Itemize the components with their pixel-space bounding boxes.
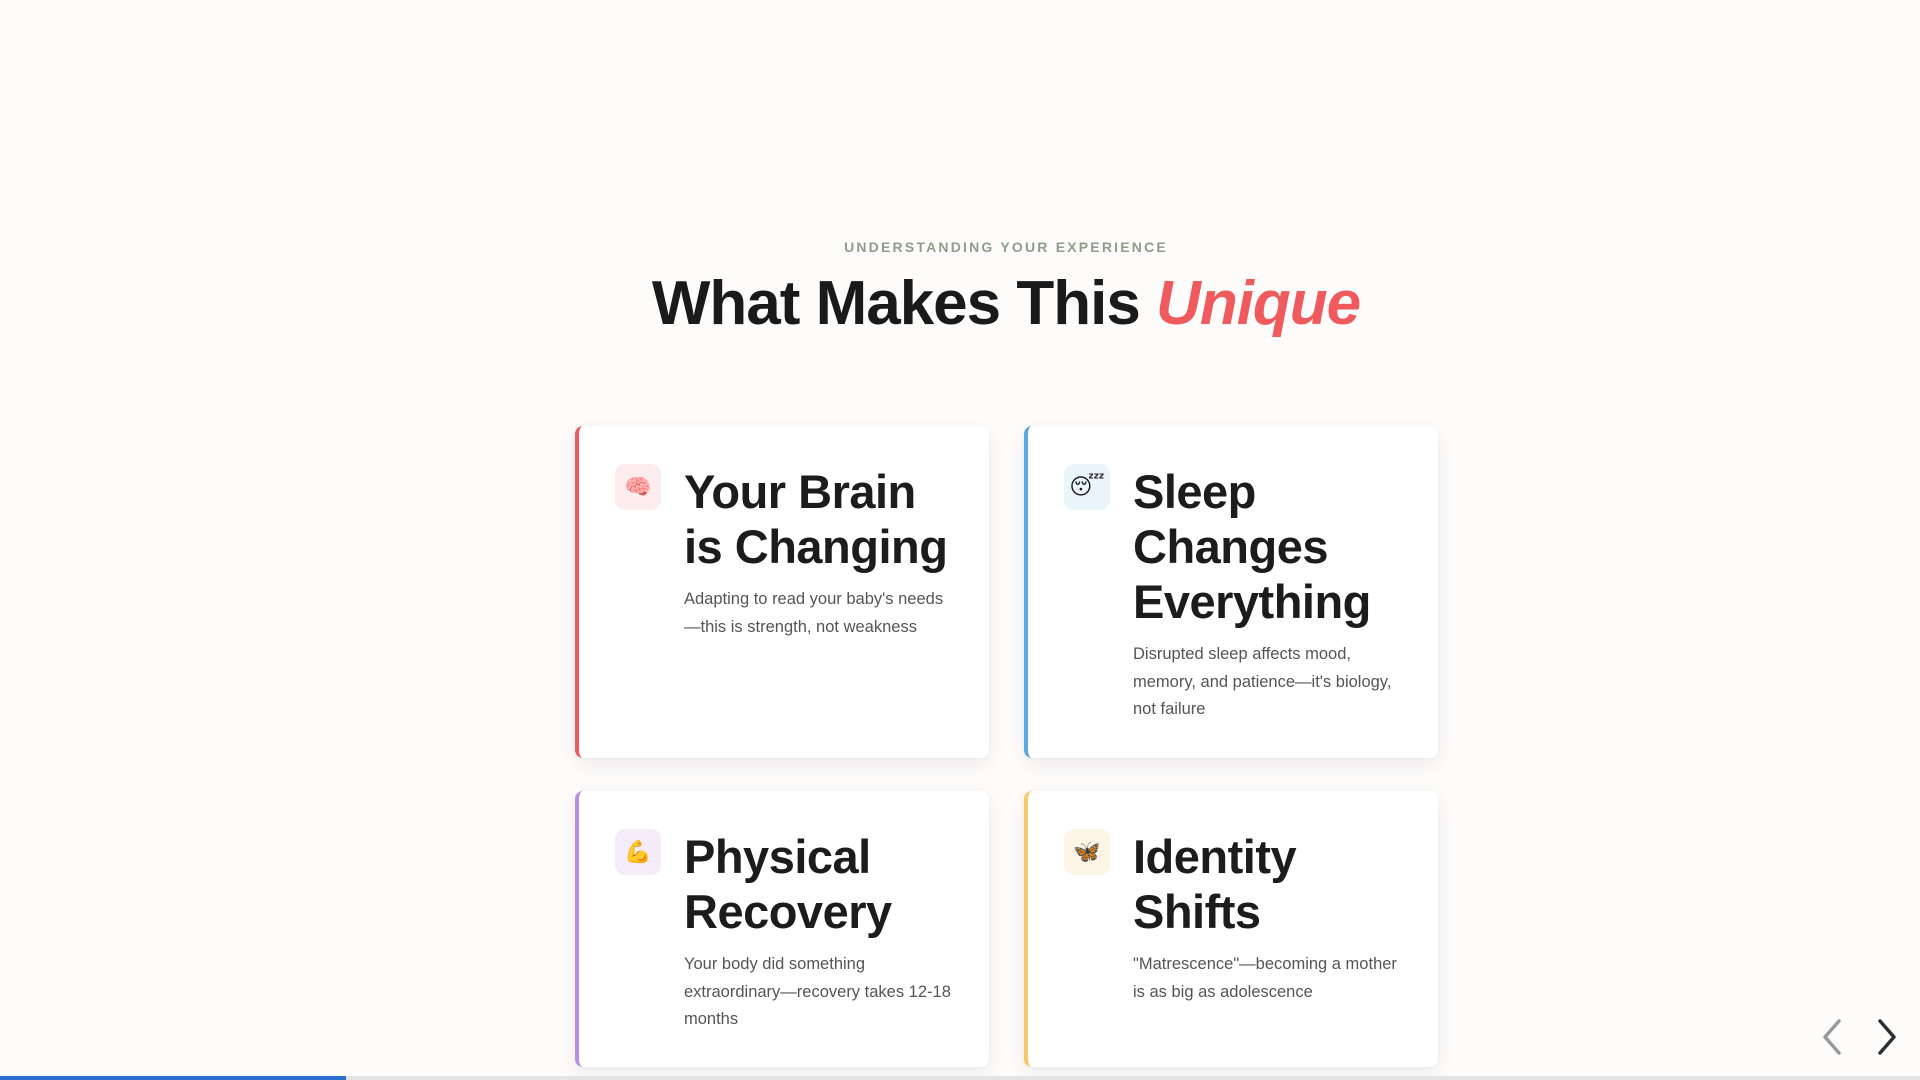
page-title: What Makes This Unique bbox=[0, 268, 1920, 340]
section-eyebrow: UNDERSTANDING YOUR EXPERIENCE bbox=[844, 239, 1168, 255]
next-slide-button[interactable] bbox=[1867, 1014, 1907, 1060]
card-identity-shifts: 🦋 Identity Shifts "Matrescence"—becoming… bbox=[1024, 791, 1438, 1067]
card-brain-changing: 🧠 Your Brain is Changing Adapting to rea… bbox=[575, 426, 989, 758]
slide: UNDERSTANDING YOUR EXPERIENCE What Makes… bbox=[0, 0, 1920, 1080]
progress-bar-fill bbox=[0, 1076, 346, 1080]
progress-bar bbox=[0, 1076, 1920, 1080]
card-description: "Matrescence"—becoming a mother is as bi… bbox=[1133, 955, 1397, 1001]
card-body: Sleep Changes Everything Disrupted sleep… bbox=[1133, 464, 1408, 724]
chevron-left-icon bbox=[1823, 1019, 1841, 1055]
card-description: Your body did something extraordinary—re… bbox=[684, 955, 951, 1028]
chevron-right-icon bbox=[1878, 1019, 1896, 1055]
card-sleep-changes: 😴 Sleep Changes Everything Disrupted sle… bbox=[1024, 426, 1438, 758]
card-title: Your Brain is Changing bbox=[684, 465, 948, 573]
card-title: Sleep Changes Everything bbox=[1133, 465, 1371, 628]
card-title: Physical Recovery bbox=[684, 830, 892, 938]
card-title: Identity Shifts bbox=[1133, 830, 1297, 938]
card-description: Disrupted sleep affects mood, memory, an… bbox=[1133, 645, 1392, 718]
flexed-biceps-icon: 💪 bbox=[615, 829, 661, 875]
card-physical-recovery: 💪 Physical Recovery Your body did someth… bbox=[575, 791, 989, 1067]
card-body: Identity Shifts "Matrescence"—becoming a… bbox=[1133, 829, 1408, 1006]
butterfly-icon: 🦋 bbox=[1064, 829, 1110, 875]
card-body: Physical Recovery Your body did somethin… bbox=[684, 829, 959, 1034]
card-body: Your Brain is Changing Adapting to read … bbox=[684, 464, 959, 641]
page-title-main: What Makes This bbox=[651, 269, 1157, 338]
cards-grid: 🧠 Your Brain is Changing Adapting to rea… bbox=[575, 426, 1438, 1067]
card-description: Adapting to read your baby's needs—this … bbox=[684, 590, 944, 636]
sleeping-face-icon: 😴 bbox=[1064, 464, 1110, 510]
page-title-accent: Unique bbox=[1156, 269, 1361, 338]
previous-slide-button[interactable] bbox=[1812, 1014, 1852, 1060]
brain-icon: 🧠 bbox=[615, 464, 661, 510]
